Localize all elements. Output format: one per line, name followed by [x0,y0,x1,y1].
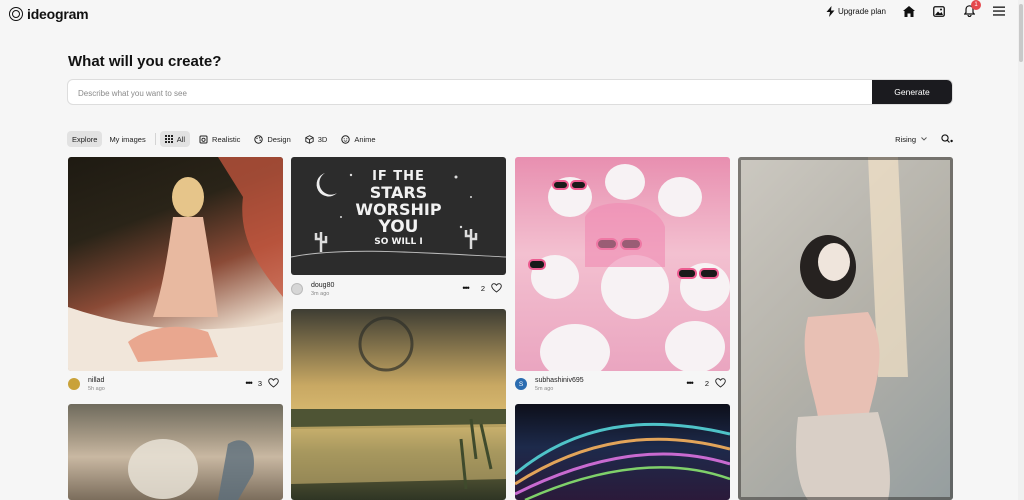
poster-line-4: YOU [378,217,419,237]
sort-label: Rising [895,134,916,144]
poster-line-3: WORSHIP [355,200,442,219]
notifications-button[interactable]: 1 [962,0,981,18]
image-card[interactable] [515,404,730,500]
upgrade-plan-label: Upgrade plan [837,6,886,16]
prompt-input[interactable] [76,80,870,104]
category-realistic-label: Realistic [212,134,241,144]
category-anime-label: Anime [354,134,376,144]
poster-line-2: STARS [369,183,428,202]
palette-icon [254,134,264,144]
card-actions: ••• 2 [462,283,502,293]
more-options-icon[interactable]: ••• [462,283,470,293]
gallery-button[interactable] [932,4,946,18]
smile-icon [341,134,351,144]
heart-icon[interactable] [491,283,502,293]
hamburger-menu-icon [993,6,1005,16]
lightning-icon [826,5,835,17]
image-card[interactable] [515,157,730,371]
poster-line-5: SO WILL I [374,237,423,247]
card-meta: nillad 5h ago ••• 3 [68,374,279,400]
username[interactable]: doug80 [311,282,334,289]
image-card[interactable] [68,157,283,371]
post-time: 5h ago [88,386,105,392]
image-card[interactable] [738,157,953,500]
image-card[interactable]: IF THE STARS WORSHIP YOU SO WILL I [291,157,506,275]
search-button[interactable] [941,134,953,144]
category-design-label: Design [267,134,291,144]
image-card[interactable] [68,404,283,500]
camera-icon [199,135,208,143]
page-scrollbar[interactable] [1018,0,1024,500]
sort-dropdown[interactable]: Rising [895,135,927,144]
card-meta: doug80 3m ago ••• 2 [291,279,502,305]
filter-bar: Explore My images All Realistic Design 3… [67,130,953,148]
artwork-image [128,439,254,500]
poster-line-1: IF THE [372,169,425,184]
artwork-image [738,157,953,500]
search-icon [941,134,953,143]
logo[interactable]: ideogram [9,6,89,22]
card-meta: S subhashiniv695 5m ago ••• 2 [515,374,726,400]
chevron-down-icon [921,137,927,141]
category-all-label: All [176,134,186,144]
card-actions: ••• 3 [245,378,279,388]
scrollbar-thumb[interactable] [1019,4,1023,62]
image-icon [933,5,945,17]
generate-button[interactable]: Generate [872,80,952,104]
category-all[interactable]: All [159,131,191,147]
top-right-actions: Upgrade plan 1 [826,0,1006,18]
artwork-image [528,164,730,371]
avatar-letter: S [518,380,524,388]
tab-explore[interactable]: Explore [67,131,103,147]
avatar[interactable] [68,378,80,390]
filter-divider [154,133,156,145]
artwork-image [291,316,506,490]
username[interactable]: subhashiniv695 [535,377,584,384]
avatar[interactable]: S [515,378,527,390]
image-card[interactable] [291,309,506,500]
category-3d-label: 3D [317,134,328,144]
top-bar: ideogram Upgrade plan 1 [0,0,1024,26]
card-actions: ••• 2 [686,378,726,388]
grid-icon [164,135,173,143]
filter-right: Rising [895,130,953,148]
heart-icon[interactable] [268,378,279,388]
logo-text: ideogram [27,6,89,22]
cube-icon [305,134,314,144]
like-count: 3 [257,378,262,388]
avatar[interactable] [291,283,303,295]
tab-my-images[interactable]: My images [104,131,150,147]
category-anime[interactable]: Anime [336,131,380,147]
post-time: 5m ago [535,386,554,392]
poster-text: IF THE STARS WORSHIP YOU SO WILL I [291,170,506,247]
artwork-image [68,157,283,371]
upgrade-plan-button[interactable]: Upgrade plan [826,5,886,17]
home-button[interactable] [902,4,916,18]
like-count: 2 [480,283,485,293]
page-title: What will you create? [68,53,222,70]
category-realistic[interactable]: Realistic [194,131,245,147]
prompt-box: Generate [67,79,953,105]
category-3d[interactable]: 3D [300,131,333,147]
more-options-icon[interactable]: ••• [686,378,694,388]
artwork-image [515,422,730,500]
notification-badge: 1 [971,0,981,10]
username[interactable]: nillad [88,377,104,384]
home-icon [903,5,915,17]
more-options-icon[interactable]: ••• [245,378,253,388]
heart-icon[interactable] [715,378,726,388]
post-time: 3m ago [311,291,330,297]
category-design[interactable]: Design [249,131,295,147]
menu-button[interactable] [992,4,1006,18]
like-count: 2 [704,378,709,388]
logo-icon [9,7,23,21]
